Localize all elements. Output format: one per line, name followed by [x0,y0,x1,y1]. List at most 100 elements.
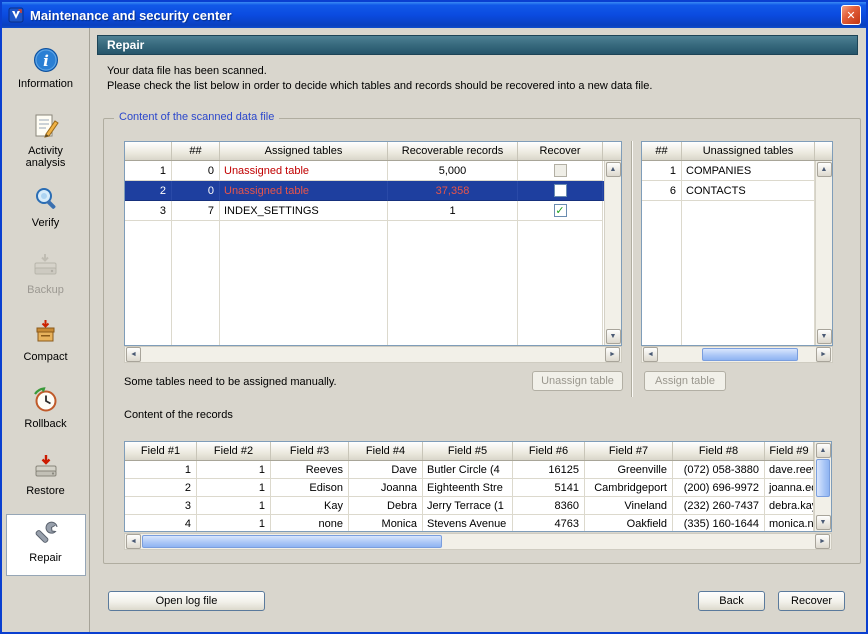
cell: Cambridgeport [585,479,673,497]
assigned-tables-vscroll[interactable]: ▲ ▼ [604,161,621,345]
cell: Jerry Terrace (1 [423,497,513,515]
information-icon: i [32,45,60,75]
unassign-table-button[interactable]: Unassign table [532,371,623,391]
sidebar-item-verify[interactable]: Verify [6,179,86,241]
cell: 2 [125,181,172,201]
verify-icon [32,184,60,214]
scroll-up-icon[interactable]: ▲ [816,443,831,458]
scroll-left-icon[interactable]: ◄ [126,347,141,362]
cell: Butler Circle (4 [423,461,513,479]
cell [125,341,172,345]
assigned-tables-table: ##Assigned tablesRecoverable recordsReco… [124,141,622,346]
cell [125,301,172,321]
column-header[interactable]: ## [642,142,682,160]
empty-row [125,301,604,321]
column-header[interactable]: Field #5 [423,442,513,460]
column-header[interactable]: Field #1 [125,442,197,460]
records-vscroll[interactable]: ▲ ▼ [814,442,831,531]
cell: 5,000 [388,161,518,181]
close-button[interactable]: ✕ [841,5,861,25]
titlebar[interactable]: Maintenance and security center ✕ [2,2,866,28]
cell: joanna.ed [765,479,814,497]
cell [682,241,815,261]
column-header[interactable]: Field #2 [197,442,271,460]
sidebar-item-rollback[interactable]: Rollback [6,380,86,442]
recover-checkbox[interactable]: ✓ [554,204,567,217]
column-header[interactable]: Field #3 [271,442,349,460]
unassigned-tables-vscroll[interactable]: ▲ ▼ [815,161,832,345]
cell: 8360 [513,497,585,515]
cell [642,321,682,341]
column-header[interactable]: Field #6 [513,442,585,460]
recover-checkbox[interactable] [554,164,567,177]
cell [125,281,172,301]
cell [388,321,518,341]
record-row[interactable]: 41noneMonicaStevens Avenue4763Oakfield(3… [125,515,814,531]
cell: Monica [349,515,423,531]
cell: 4763 [513,515,585,531]
column-header[interactable]: Recoverable records [388,142,518,160]
scroll-up-icon[interactable]: ▲ [817,162,832,177]
scroll-right-icon[interactable]: ► [816,347,831,362]
assigned-tables-hscroll[interactable]: ◄ ► [124,346,622,363]
unassigned-tables-body: 1COMPANIES6CONTACTS [642,161,815,345]
sidebar-item-compact[interactable]: Compact [6,313,86,375]
cell [220,261,388,281]
cell [642,261,682,281]
assigned-table-row[interactable]: 10Unassigned table5,000 [125,161,604,181]
assigned-table-row[interactable]: 37INDEX_SETTINGS1✓ [125,201,604,221]
scroll-down-icon[interactable]: ▼ [606,329,621,344]
scroll-left-icon[interactable]: ◄ [126,534,141,549]
cell: 1 [642,161,682,181]
rollback-icon [32,385,60,415]
sidebar-item-backup[interactable]: Backup [6,246,86,308]
main-panel: Repair Your data file has been scanned. … [91,28,866,632]
column-header[interactable]: Recover [518,142,603,160]
scrollbar-thumb[interactable] [142,535,442,548]
sidebar-item-restore[interactable]: Restore [6,447,86,509]
column-header[interactable]: Assigned tables [220,142,388,160]
records-hscroll[interactable]: ◄ ► [124,533,832,550]
column-header[interactable]: Field #9 [765,442,814,460]
sidebar-item-information[interactable]: iInformation [6,40,86,102]
scroll-right-icon[interactable]: ► [815,534,830,549]
column-header[interactable]: Field #8 [673,442,765,460]
empty-row [125,221,604,241]
empty-row [125,341,604,345]
cell: (232) 260-7437 [673,497,765,515]
scroll-up-icon[interactable]: ▲ [606,162,621,177]
cell: 1 [125,161,172,181]
app-icon [7,6,25,24]
scroll-down-icon[interactable]: ▼ [816,515,831,530]
assign-table-button[interactable]: Assign table [644,371,726,391]
scroll-right-icon[interactable]: ► [605,347,620,362]
cell: (072) 058-3880 [673,461,765,479]
record-row[interactable]: 11ReevesDaveButler Circle (416125Greenvi… [125,461,814,479]
column-header[interactable]: Unassigned tables [682,142,815,160]
scroll-down-icon[interactable]: ▼ [817,329,832,344]
record-row[interactable]: 21EdisonJoannaEighteenth Stre5141Cambrid… [125,479,814,497]
scrollbar-thumb[interactable] [816,459,830,497]
scroll-left-icon[interactable]: ◄ [643,347,658,362]
column-header[interactable]: Field #4 [349,442,423,460]
unassigned-table-row[interactable]: 6CONTACTS [642,181,815,201]
cell: 6 [642,181,682,201]
unassigned-tables-hscroll[interactable]: ◄ ► [641,346,833,363]
empty-row [125,321,604,341]
column-header[interactable] [125,142,172,160]
unassigned-table-row[interactable]: 1COMPANIES [642,161,815,181]
cell: debra.kay [765,497,814,515]
recover-button[interactable]: Recover [778,591,845,611]
sidebar-item-activity-analysis[interactable]: Activity analysis [6,107,86,174]
record-row[interactable]: 31KayDebraJerry Terrace (18360Vineland(2… [125,497,814,515]
assigned-table-row[interactable]: 20Unassigned table37,358 [125,181,604,201]
back-button[interactable]: Back [698,591,765,611]
column-header[interactable]: Field #7 [585,442,673,460]
column-header[interactable]: ## [172,142,220,160]
sidebar-item-repair[interactable]: Repair [6,514,86,576]
cell: (200) 696-9972 [673,479,765,497]
cell [388,301,518,321]
recover-checkbox[interactable] [554,184,567,197]
open-log-file-button[interactable]: Open log file [108,591,265,611]
scrollbar-thumb[interactable] [702,348,798,361]
